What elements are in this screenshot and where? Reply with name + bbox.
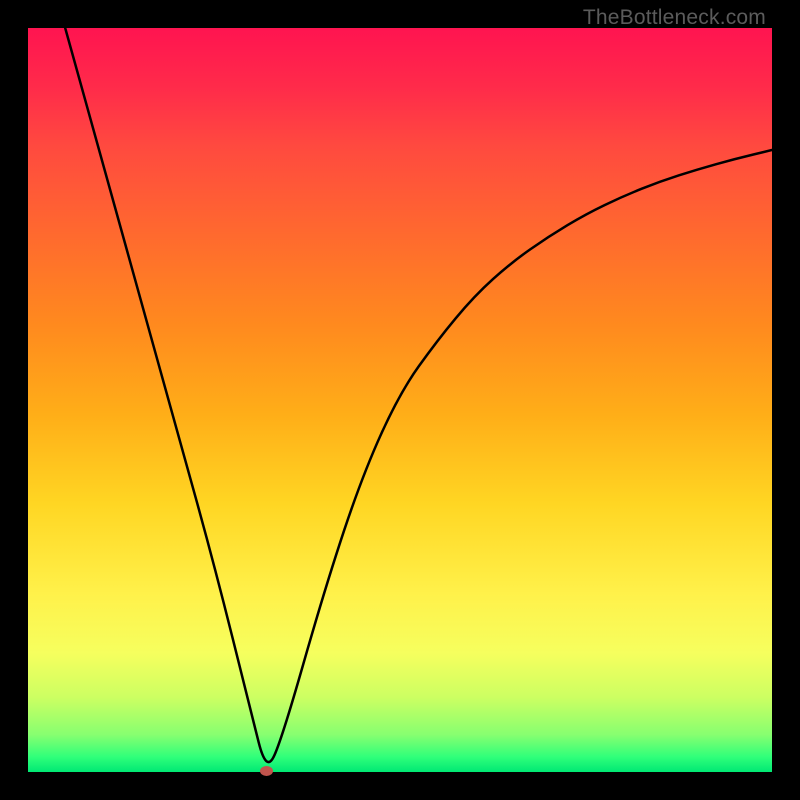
bottleneck-curve <box>65 28 772 762</box>
watermark-text: TheBottleneck.com <box>583 6 766 30</box>
chart-frame: TheBottleneck.com <box>0 0 800 800</box>
minimum-marker <box>260 766 273 776</box>
curve-svg <box>28 28 772 772</box>
plot-area <box>28 28 772 772</box>
